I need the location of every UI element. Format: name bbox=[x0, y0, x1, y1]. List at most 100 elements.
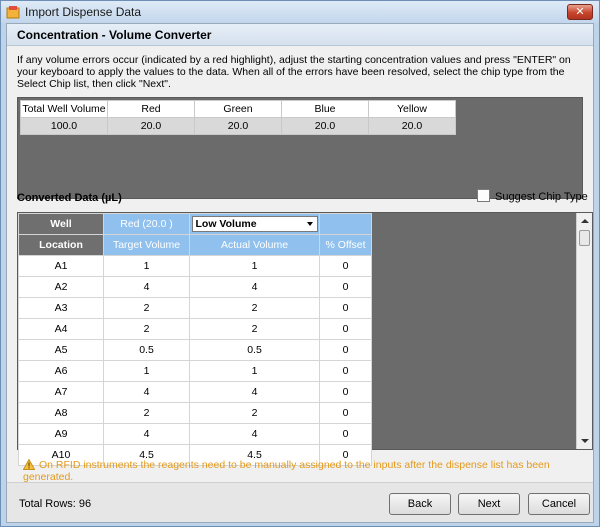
cell-offset: 0 bbox=[319, 276, 372, 298]
chip-select-cell: Low Volume bbox=[189, 213, 320, 235]
converted-data-panel: Well Red (20.0 ) Low Volume Location Tar… bbox=[17, 212, 593, 466]
cell-target: 4 bbox=[103, 381, 190, 403]
cell-offset: 0 bbox=[319, 339, 372, 361]
cell-location: A5 bbox=[18, 339, 104, 361]
back-button[interactable]: Back bbox=[389, 493, 451, 515]
table-row: A8 2 2 0 bbox=[18, 402, 372, 424]
table-row: A7 4 4 0 bbox=[18, 381, 372, 403]
warning-triangle-icon bbox=[23, 459, 35, 470]
table-row: A1 1 1 0 bbox=[18, 255, 372, 277]
cell-offset: 0 bbox=[319, 297, 372, 319]
conc-header-yellow: Yellow bbox=[368, 100, 456, 118]
cell-target: 4 bbox=[103, 423, 190, 445]
cell-location: A7 bbox=[18, 381, 104, 403]
cell-location: A9 bbox=[18, 423, 104, 445]
cell-actual: 2 bbox=[189, 297, 320, 319]
cell-target: 2 bbox=[103, 297, 190, 319]
cell-actual: 1 bbox=[189, 255, 320, 277]
conc-header-total: Total Well Volume bbox=[20, 100, 108, 118]
close-icon: ✕ bbox=[575, 6, 585, 18]
chevron-down-icon bbox=[306, 222, 313, 226]
conc-header-red: Red bbox=[107, 100, 195, 118]
app-icon bbox=[6, 6, 20, 19]
cell-target: 0.5 bbox=[103, 339, 190, 361]
concentration-panel: Total Well Volume Red Green Blue Yellow … bbox=[17, 97, 583, 199]
scroll-up-icon[interactable] bbox=[581, 219, 589, 223]
window-title: Import Dispense Data bbox=[25, 5, 142, 19]
cell-actual: 0.5 bbox=[189, 339, 320, 361]
conc-value-blue[interactable]: 20.0 bbox=[281, 117, 369, 135]
cell-offset: 0 bbox=[319, 402, 372, 424]
grid-header-top: Well Red (20.0 ) Low Volume bbox=[18, 213, 372, 235]
table-row: A3 2 2 0 bbox=[18, 297, 372, 319]
concentration-table: Total Well Volume Red Green Blue Yellow … bbox=[20, 100, 456, 135]
suggest-chip-label: Suggest Chip Type bbox=[495, 191, 588, 203]
cell-offset: 0 bbox=[319, 255, 372, 277]
conc-value-total[interactable]: 100.0 bbox=[20, 117, 108, 135]
header-well: Well bbox=[18, 213, 104, 235]
conc-value-green[interactable]: 20.0 bbox=[194, 117, 282, 135]
suggest-chip-checkbox[interactable]: Suggest Chip Type bbox=[477, 189, 588, 203]
dialog-window: Import Dispense Data ✕ Concentration - V… bbox=[0, 0, 600, 527]
conc-header-green: Green bbox=[194, 100, 282, 118]
footer-bar: Total Rows: 96 Back Next Cancel bbox=[7, 482, 593, 522]
cell-target: 1 bbox=[103, 255, 190, 277]
header-location[interactable]: Location bbox=[18, 234, 104, 256]
converted-data-grid: Well Red (20.0 ) Low Volume Location Tar… bbox=[18, 213, 372, 466]
conc-value-red[interactable]: 20.0 bbox=[107, 117, 195, 135]
table-row: A6 1 1 0 bbox=[18, 360, 372, 382]
cell-location: A1 bbox=[18, 255, 104, 277]
cell-actual: 2 bbox=[189, 402, 320, 424]
page-title: Concentration - Volume Converter bbox=[17, 28, 212, 42]
cell-offset: 0 bbox=[319, 423, 372, 445]
warning-text: On RFID instruments the reagents need to… bbox=[23, 459, 550, 483]
cell-target: 4 bbox=[103, 276, 190, 298]
table-row: A9 4 4 0 bbox=[18, 423, 372, 445]
cell-actual: 2 bbox=[189, 318, 320, 340]
table-row: A5 0.5 0.5 0 bbox=[18, 339, 372, 361]
chip-type-dropdown[interactable]: Low Volume bbox=[191, 216, 318, 232]
table-row: A4 2 2 0 bbox=[18, 318, 372, 340]
concentration-value-row: 100.0 20.0 20.0 20.0 20.0 bbox=[20, 117, 456, 135]
cell-location: A2 bbox=[18, 276, 104, 298]
cell-location: A6 bbox=[18, 360, 104, 382]
close-button[interactable]: ✕ bbox=[567, 4, 593, 20]
total-rows-label: Total Rows: 96 bbox=[19, 498, 92, 510]
instructions-text: If any volume errors occur (indicated by… bbox=[17, 54, 571, 90]
cancel-button[interactable]: Cancel bbox=[528, 493, 590, 515]
title-bar[interactable]: Import Dispense Data ✕ bbox=[1, 1, 599, 23]
rfid-warning: On RFID instruments the reagents need to… bbox=[23, 459, 593, 483]
grid-header-sub: Location Target Volume Actual Volume % O… bbox=[18, 234, 372, 256]
cell-actual: 4 bbox=[189, 381, 320, 403]
header-reagent-red: Red (20.0 ) bbox=[103, 213, 190, 235]
cell-location: A3 bbox=[18, 297, 104, 319]
table-row: A2 4 4 0 bbox=[18, 276, 372, 298]
dialog-client: Concentration - Volume Converter If any … bbox=[6, 23, 594, 523]
cell-actual: 4 bbox=[189, 423, 320, 445]
cell-actual: 4 bbox=[189, 276, 320, 298]
cell-offset: 0 bbox=[319, 360, 372, 382]
checkbox-box[interactable] bbox=[477, 189, 490, 202]
cell-location: A4 bbox=[18, 318, 104, 340]
header-target-volume[interactable]: Target Volume bbox=[103, 234, 190, 256]
header-band: Concentration - Volume Converter bbox=[7, 24, 593, 46]
chip-type-value: Low Volume bbox=[195, 218, 257, 230]
conc-value-yellow[interactable]: 20.0 bbox=[368, 117, 456, 135]
converted-data-label: Converted Data (µL) bbox=[17, 192, 122, 204]
vertical-scrollbar[interactable] bbox=[576, 213, 592, 449]
header-actual-volume[interactable]: Actual Volume bbox=[189, 234, 320, 256]
scroll-down-icon[interactable] bbox=[581, 439, 589, 443]
next-button[interactable]: Next bbox=[458, 493, 520, 515]
cell-offset: 0 bbox=[319, 381, 372, 403]
header-offset[interactable]: % Offset bbox=[319, 234, 372, 256]
cell-offset: 0 bbox=[319, 318, 372, 340]
cell-target: 2 bbox=[103, 402, 190, 424]
cell-target: 2 bbox=[103, 318, 190, 340]
cell-location: A8 bbox=[18, 402, 104, 424]
concentration-header-row: Total Well Volume Red Green Blue Yellow bbox=[20, 100, 456, 118]
conc-header-blue: Blue bbox=[281, 100, 369, 118]
header-blank bbox=[319, 213, 372, 235]
scroll-thumb[interactable] bbox=[579, 230, 590, 246]
cell-actual: 1 bbox=[189, 360, 320, 382]
cell-target: 1 bbox=[103, 360, 190, 382]
